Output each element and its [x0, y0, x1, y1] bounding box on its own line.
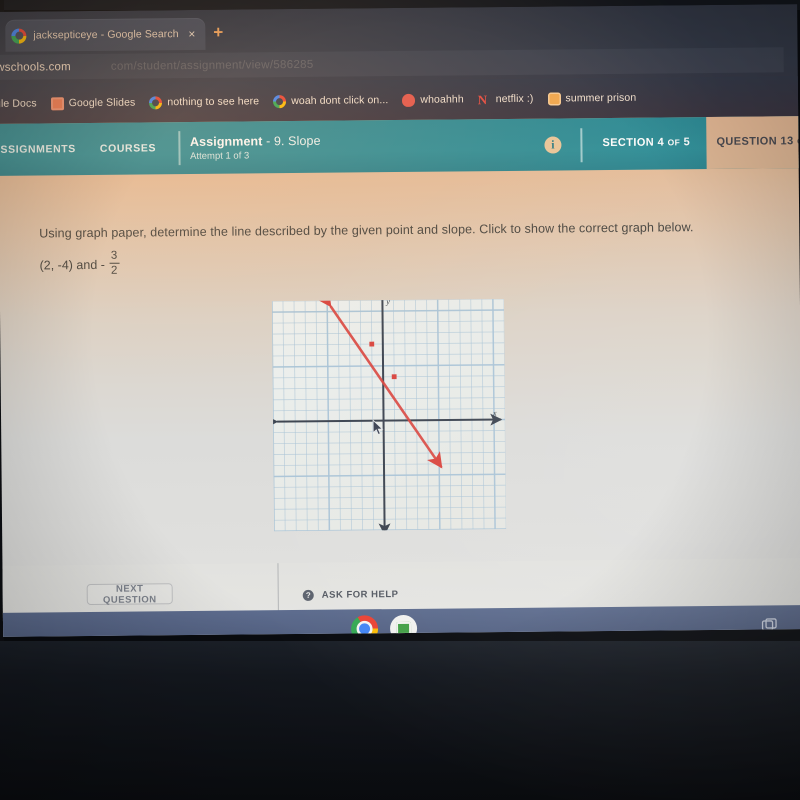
laptop-screen-photo: ‹ jacksepticeye - Google Search × + owsc…	[0, 0, 800, 800]
bookmark-label: gle Docs	[0, 97, 37, 110]
info-icon[interactable]: i	[544, 136, 562, 154]
screen-content: ‹ jacksepticeye - Google Search × + owsc…	[0, 4, 800, 637]
url-text-faded: com/student/assignment/view/586285	[110, 58, 314, 73]
bookmark-label: whoahhh	[420, 93, 464, 106]
tab-title: jacksepticeye - Google Search	[33, 28, 179, 42]
nav-item-assignments[interactable]: SSIGNMENTS	[0, 143, 88, 156]
question-prompt: Using graph paper, determine the line de…	[39, 220, 694, 241]
google-g-icon	[149, 95, 163, 109]
browser-chrome: ‹ jacksepticeye - Google Search × + owsc…	[0, 4, 800, 124]
bookmark-item[interactable]: gle Docs	[0, 97, 44, 110]
shelf-app-icons	[350, 614, 418, 637]
laptop-base	[0, 641, 800, 800]
nav-item-courses[interactable]: COURSES	[88, 142, 168, 155]
coordinate-graph[interactable]: yx	[271, 299, 507, 532]
new-tab-button[interactable]: +	[213, 23, 223, 43]
section-total: 5	[683, 136, 691, 149]
assignment-title-row: Assignment - 9. Slope	[190, 133, 321, 148]
bookmark-label: nothing to see here	[167, 95, 260, 109]
google-classroom-icon[interactable]	[389, 614, 418, 637]
overview-windows-icon[interactable]	[761, 617, 778, 633]
ask-for-help-button[interactable]: ? ASK FOR HELP	[302, 589, 399, 601]
question-mark-icon: ?	[302, 589, 314, 601]
divider	[177, 131, 181, 166]
bookmark-label: woah dont click on...	[291, 94, 389, 108]
apple-icon	[402, 93, 416, 107]
summer-prison-icon	[547, 91, 561, 106]
browser-tab[interactable]: jacksepticeye - Google Search ×	[5, 17, 206, 52]
question-text: QUESTION 13	[716, 135, 794, 148]
mouse-pointer-icon	[372, 419, 383, 436]
slope-denominator: 2	[110, 264, 118, 277]
app-header-bar: SSIGNMENTS COURSES Assignment - 9. Slope…	[0, 115, 800, 176]
given-values: (2, -4) and - 3 2	[39, 250, 120, 279]
google-g-icon	[11, 28, 27, 44]
ask-for-help-label: ASK FOR HELP	[321, 589, 399, 601]
bookmark-item[interactable]: summer prison	[540, 91, 643, 106]
section-text: SECTION 4	[602, 136, 665, 150]
assignment-name: - 9. Slope	[266, 133, 321, 148]
svg-text:x: x	[492, 409, 497, 418]
bookmark-item[interactable]: whoahhh	[395, 93, 470, 107]
next-question-button[interactable]: NEXT QUESTION	[86, 583, 173, 605]
given-point-and-slope-prefix: (2, -4) and -	[39, 257, 105, 273]
bookmark-item[interactable]: Nnetflix :)	[471, 91, 541, 107]
bookmark-item[interactable]: Google Slides	[44, 96, 143, 110]
assignment-info: Assignment - 9. Slope Attempt 1 of 3	[190, 133, 321, 161]
question-indicator: QUESTION 13 OF 14	[716, 135, 800, 148]
graph-svg: yx	[271, 299, 507, 532]
question-indicator-panel: QUESTION 13 OF 14	[706, 115, 800, 170]
assignment-page: SSIGNMENTS COURSES Assignment - 9. Slope…	[0, 115, 800, 637]
slope-fraction: 3 2	[109, 250, 120, 277]
google-g-icon	[273, 94, 287, 108]
google-slides-icon	[50, 96, 64, 110]
section-of: OF	[667, 137, 681, 148]
bookmark-item[interactable]: nothing to see here	[142, 95, 266, 109]
url-text: owschools.com	[0, 60, 71, 74]
address-bar[interactable]: owschools.com com/student/assignment/vie…	[0, 47, 784, 80]
bookmark-label: summer prison	[565, 91, 637, 105]
attempt-status: Attempt 1 of 3	[190, 149, 250, 162]
close-icon[interactable]: ×	[184, 27, 199, 41]
chrome-icon[interactable]	[350, 615, 379, 637]
slope-numerator: 3	[110, 249, 118, 262]
assignment-label: Assignment	[189, 133, 263, 149]
svg-text:y: y	[385, 299, 390, 306]
netflix-n-icon: N	[477, 91, 488, 107]
bookmark-item[interactable]: woah dont click on...	[266, 94, 395, 108]
section-indicator: SECTION 4 OF 5	[602, 136, 690, 149]
fraction-bar	[109, 262, 120, 264]
divider	[580, 128, 583, 163]
bookmark-label: Google Slides	[68, 96, 136, 110]
bookmark-label: netflix :)	[495, 92, 534, 106]
